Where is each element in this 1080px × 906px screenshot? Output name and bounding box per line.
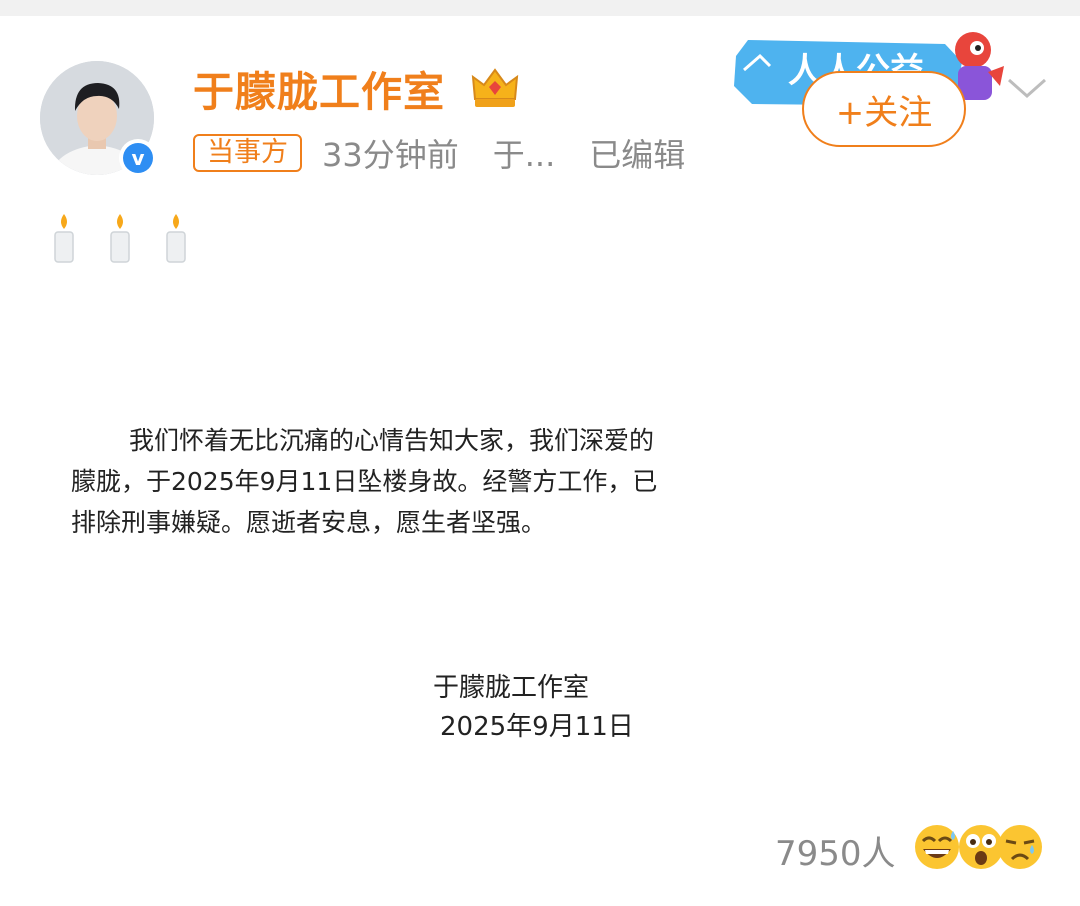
- edited-label[interactable]: 已编辑: [589, 130, 685, 176]
- candle-icon: [54, 214, 74, 263]
- signature-name: 于朦胧工作室: [433, 673, 590, 703]
- candle-icon: [166, 214, 186, 263]
- chevron-down-icon[interactable]: [1005, 70, 1049, 106]
- verified-badge: v: [119, 139, 157, 177]
- crown-icon: [471, 68, 519, 107]
- reaction-count[interactable]: 7950人: [775, 826, 896, 875]
- signature-date: 2025年9月11日: [440, 712, 634, 742]
- follow-button[interactable]: +关注: [802, 71, 966, 147]
- post-text: 我们怀着无比沉痛的心情告知大家，我们深爱的朦胧，于2025年9月11日坠楼身故。…: [71, 426, 658, 537]
- post-body: 我们怀着无比沉痛的心情告知大家，我们深爱的朦胧，于2025年9月11日坠楼身故。…: [71, 420, 671, 543]
- grinning-sweat-emoji[interactable]: [913, 823, 961, 871]
- post-source[interactable]: 于...: [493, 130, 556, 176]
- post-time: 33分钟前: [322, 136, 459, 174]
- party-badge[interactable]: 当事方: [193, 134, 302, 172]
- post-meta: 当事方 33分钟前 于... 已编辑: [193, 130, 719, 176]
- verified-v-icon: v: [123, 143, 153, 173]
- author-name[interactable]: 于朦胧工作室: [193, 66, 445, 118]
- sad-emoji[interactable]: [996, 823, 1044, 871]
- candle-icon: [110, 214, 130, 263]
- top-bar: [0, 0, 1080, 16]
